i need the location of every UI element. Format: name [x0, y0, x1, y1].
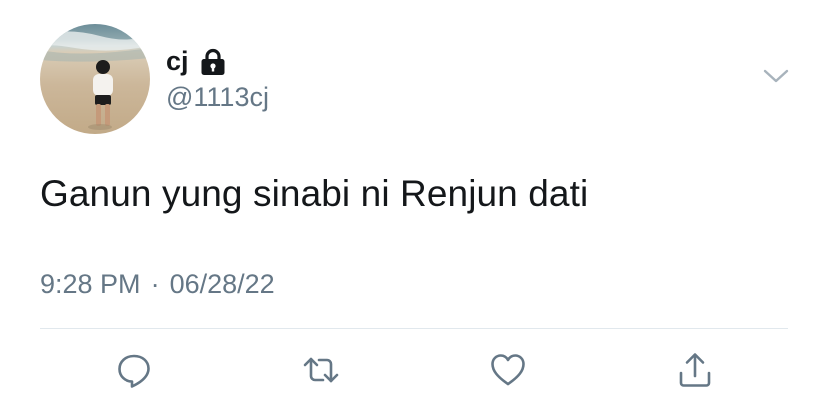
- share-button[interactable]: [675, 350, 715, 390]
- divider: [40, 328, 788, 329]
- avatar[interactable]: [40, 24, 150, 134]
- chevron-down-icon[interactable]: [762, 66, 790, 86]
- tweet-card: cj @1113cj Ganun yung sinabi ni Renjun d…: [0, 0, 828, 417]
- tweet-time: 9:28 PM: [40, 269, 141, 299]
- avatar-image: [40, 31, 150, 130]
- tweet-date: 06/28/22: [169, 269, 275, 299]
- retweet-button[interactable]: [301, 350, 341, 390]
- heart-icon: [491, 354, 525, 386]
- share-icon: [679, 353, 711, 387]
- reply-icon: [118, 354, 150, 388]
- name-row: cj: [166, 44, 227, 78]
- tweet-timestamp[interactable]: 9:28 PM · 06/28/22: [40, 266, 275, 302]
- reply-button[interactable]: [114, 350, 154, 390]
- user-handle[interactable]: @1113cj: [166, 80, 269, 114]
- tweet-text: Ganun yung sinabi ni Renjun dati: [40, 173, 589, 214]
- retweet-icon: [303, 357, 339, 383]
- meta-separator: ·: [150, 269, 160, 299]
- lock-icon: [199, 48, 227, 76]
- like-button[interactable]: [488, 350, 528, 390]
- display-name[interactable]: cj: [166, 44, 189, 78]
